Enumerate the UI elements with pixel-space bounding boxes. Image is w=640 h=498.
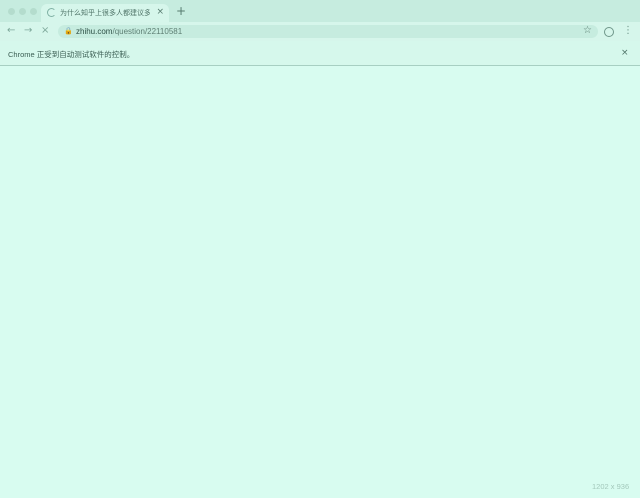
tab-strip: 为什么知乎上很多人都建议多读 × + bbox=[0, 0, 640, 22]
url-path: /question/22110581 bbox=[112, 27, 183, 36]
loading-spinner-icon bbox=[47, 8, 56, 17]
browser-tab-active[interactable]: 为什么知乎上很多人都建议多读 × bbox=[41, 4, 169, 22]
more-vert-icon[interactable]: ⋮ bbox=[623, 25, 633, 37]
infobar-message: Chrome 正受到自动测试软件的控制。 bbox=[8, 50, 135, 59]
lock-icon[interactable]: 🔒 bbox=[64, 27, 73, 35]
forward-arrow-icon[interactable]: → bbox=[24, 25, 32, 37]
browser-toolbar: ← → × 🔒 zhihu.com/question/22110581 ☆ ⋮ bbox=[0, 22, 640, 41]
page-viewport[interactable] bbox=[0, 66, 640, 498]
plus-icon[interactable]: + bbox=[176, 5, 186, 17]
close-icon[interactable]: × bbox=[156, 6, 164, 18]
tab-title: 为什么知乎上很多人都建议多读 bbox=[60, 10, 150, 17]
stop-icon[interactable]: × bbox=[41, 25, 49, 37]
url-host: zhihu.com bbox=[76, 27, 113, 36]
automation-infobar: Chrome 正受到自动测试软件的控制。 × bbox=[0, 41, 640, 66]
window-zoom-dot[interactable] bbox=[30, 8, 37, 15]
url-text[interactable]: zhihu.com/question/22110581 bbox=[76, 27, 182, 36]
window-minimize-dot[interactable] bbox=[19, 8, 26, 15]
back-arrow-icon[interactable]: ← bbox=[7, 25, 15, 37]
profile-icon[interactable] bbox=[604, 27, 614, 37]
viewport-size-readout: 1202 x 936 bbox=[592, 482, 630, 491]
address-bar[interactable]: 🔒 zhihu.com/question/22110581 bbox=[58, 25, 598, 38]
star-icon[interactable]: ☆ bbox=[583, 25, 592, 37]
window-close-dot[interactable] bbox=[8, 8, 15, 15]
close-icon[interactable]: × bbox=[621, 47, 629, 59]
